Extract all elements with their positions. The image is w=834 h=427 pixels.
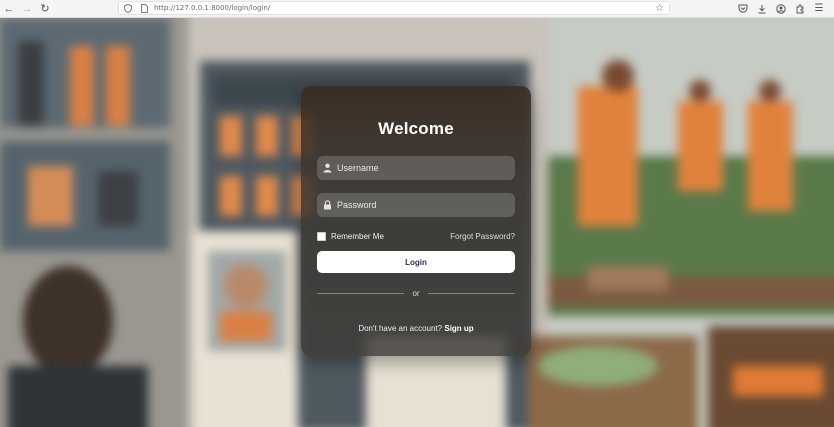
shield-icon[interactable] — [122, 1, 134, 15]
username-input[interactable] — [337, 163, 507, 173]
url-text[interactable]: http://127.0.0.1:8000/login/login/ — [154, 4, 270, 12]
signup-prompt-row: Don't have an account? Sign up — [301, 324, 531, 333]
login-button[interactable]: Login — [317, 251, 515, 273]
forward-arrow-icon[interactable]: → — [18, 0, 36, 17]
remember-me[interactable]: Remember Me — [317, 231, 384, 241]
welcome-title: Welcome — [378, 119, 454, 138]
or-divider: or — [317, 287, 515, 299]
extensions-icon[interactable] — [792, 0, 808, 17]
signup-link[interactable]: Sign up — [444, 324, 473, 333]
hamburger-menu-icon[interactable]: ☰ — [811, 0, 827, 17]
password-field[interactable] — [317, 193, 515, 217]
pocket-icon[interactable] — [735, 0, 751, 17]
user-icon — [317, 163, 337, 173]
browser-toolbar: ← → ↻ http://127.0.0.1:8000/login/login/… — [0, 0, 834, 18]
lock-icon — [317, 200, 337, 210]
account-icon[interactable] — [773, 0, 789, 17]
forgot-password-link[interactable]: Forgot Password? — [450, 232, 515, 241]
remember-me-label: Remember Me — [331, 231, 384, 241]
divider-text: or — [412, 288, 420, 298]
divider-line-right — [427, 292, 515, 294]
page-icon[interactable] — [138, 1, 150, 15]
options-row: Remember Me Forgot Password? — [317, 230, 515, 242]
bookmark-star-icon[interactable]: ☆ — [655, 1, 664, 15]
remember-me-checkbox[interactable] — [317, 231, 326, 241]
signup-prompt-text: Don't have an account? — [358, 324, 443, 333]
address-bar[interactable]: http://127.0.0.1:8000/login/login/ ☆ — [118, 1, 670, 15]
username-field[interactable] — [317, 156, 515, 180]
divider-line-left — [317, 292, 405, 294]
back-arrow-icon[interactable]: ← — [0, 0, 18, 17]
reload-icon[interactable]: ↻ — [36, 0, 54, 17]
login-card: Welcome Remember Me Forgot Password? Log… — [301, 86, 531, 356]
password-input[interactable] — [337, 200, 507, 210]
download-icon[interactable] — [754, 0, 770, 17]
